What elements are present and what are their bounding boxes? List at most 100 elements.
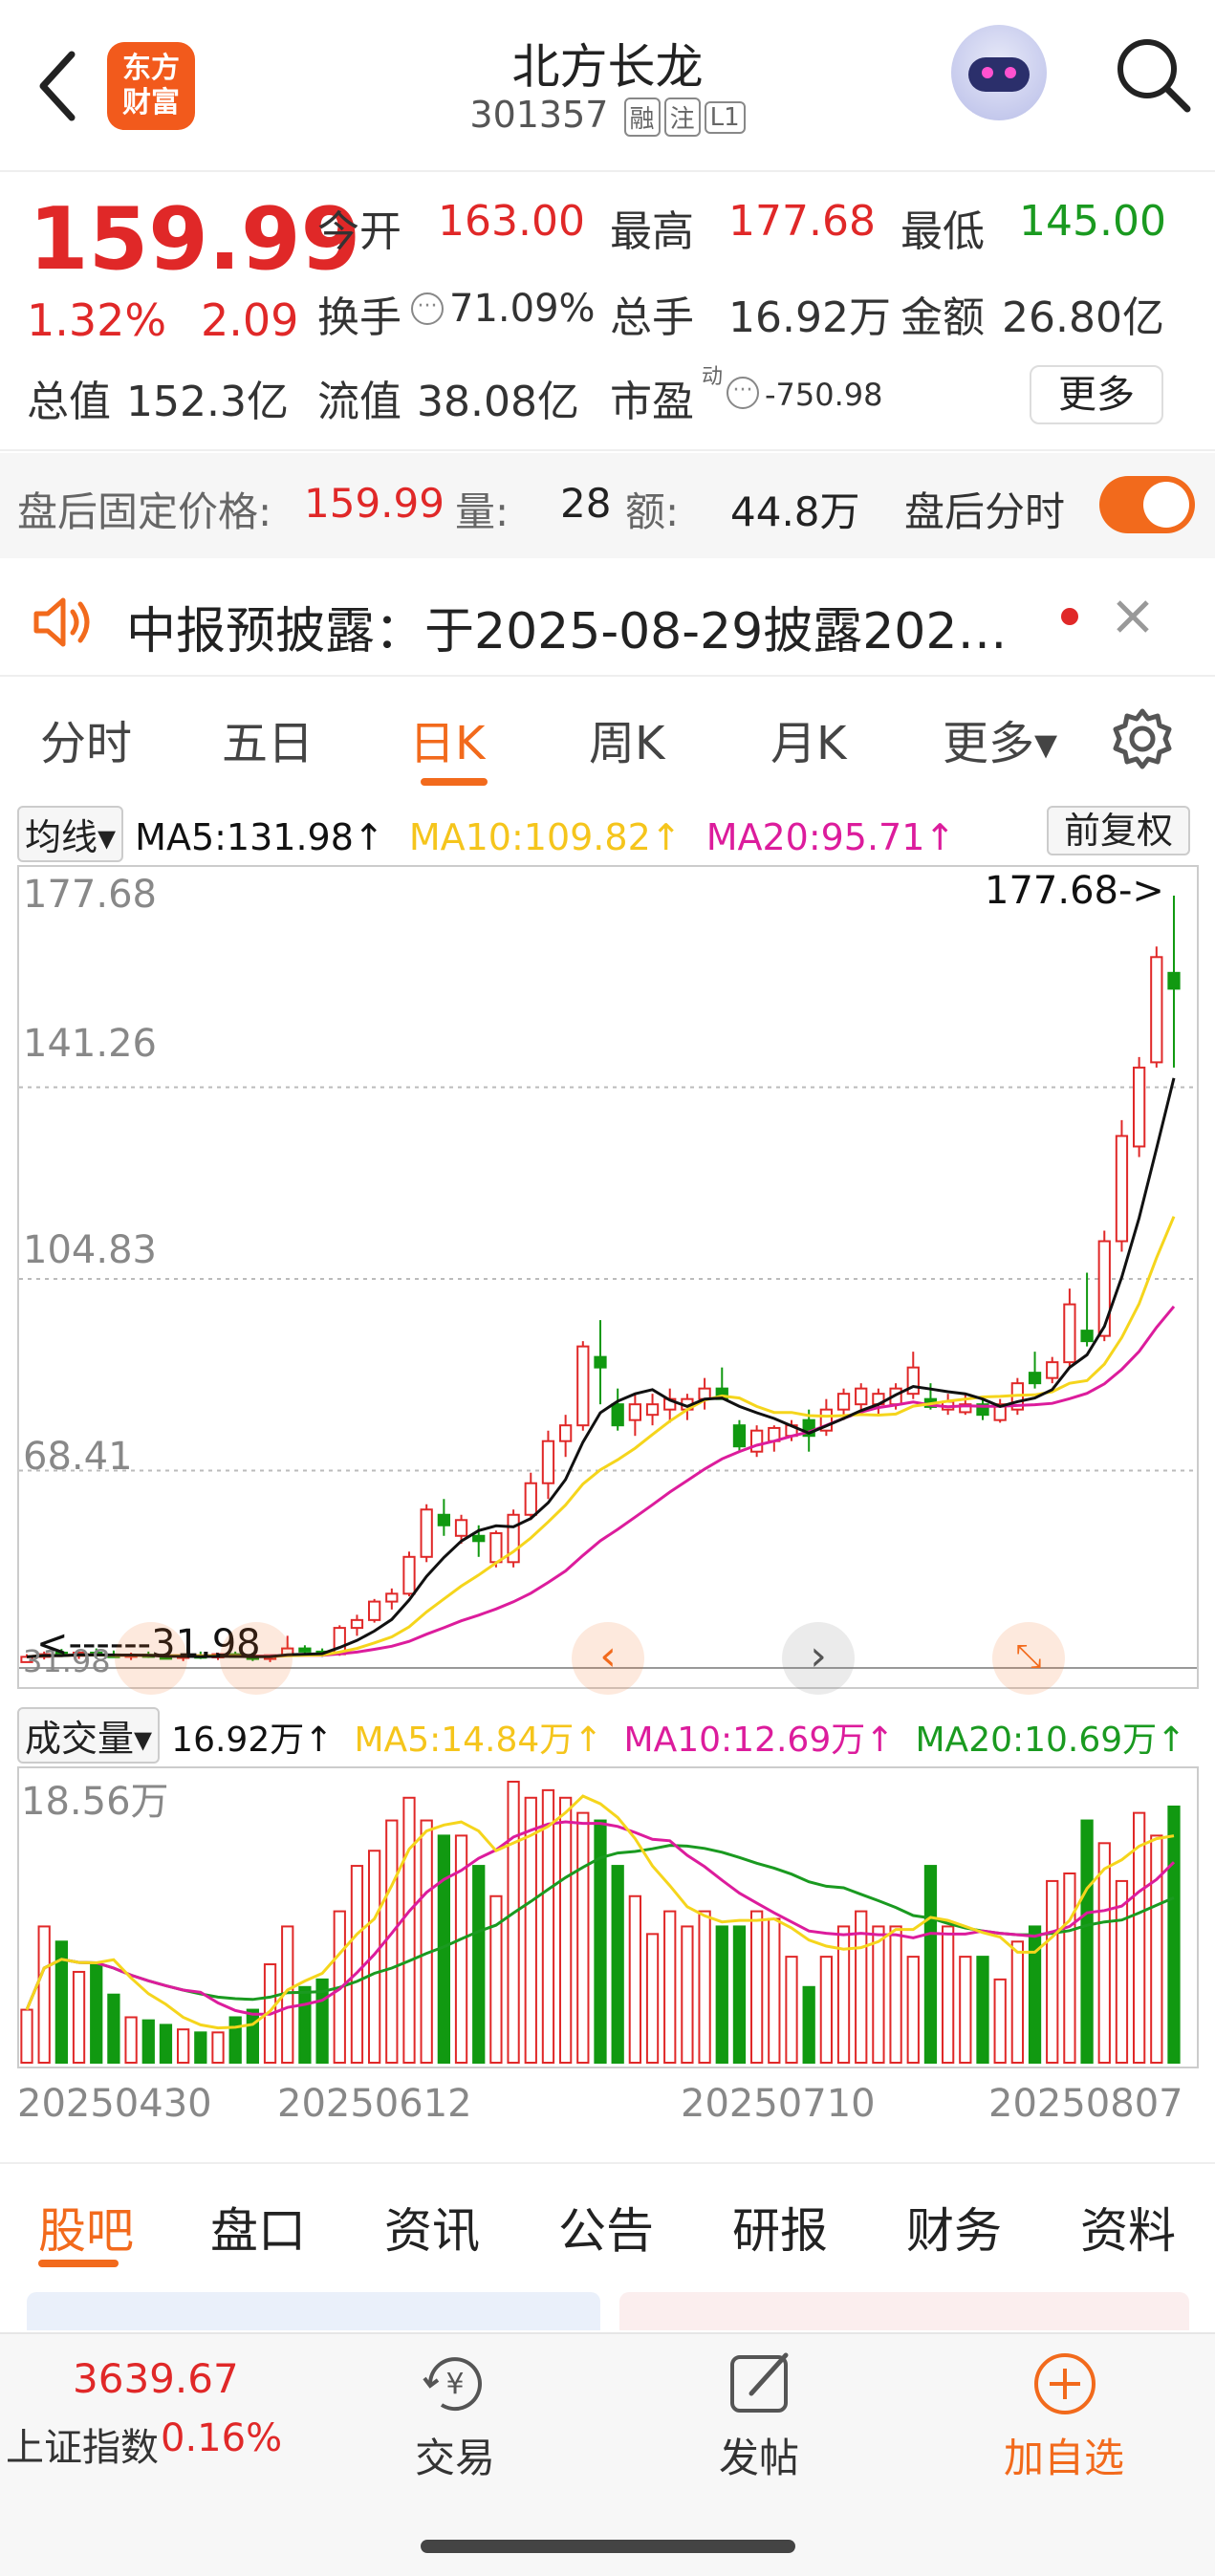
volume-svg [20, 1781, 1181, 2065]
volume-bar [750, 1910, 764, 2064]
index-name[interactable]: 上证指数 [6, 2416, 159, 2472]
tab-handicap[interactable]: 盘口 [210, 2193, 306, 2262]
volume-chart[interactable]: 18.56万 [17, 1766, 1199, 2068]
volume-bar [472, 1865, 486, 2064]
volume-bar [298, 1985, 312, 2064]
add-watchlist-plus-icon[interactable] [1027, 2346, 1103, 2422]
after-hours-amt: 44.8万 [730, 488, 860, 535]
candle-body [489, 1532, 503, 1564]
open-label: 今开 [317, 207, 401, 256]
date-label-3: 20250710 [681, 2082, 876, 2126]
index-value[interactable]: 3639.67 [73, 2355, 239, 2402]
pe-info-icon[interactable]: ··· [727, 377, 759, 409]
tab-five-day[interactable]: 五日 [222, 705, 314, 772]
volume-bar [836, 1925, 851, 2064]
tab-daily-k[interactable]: 日K [409, 705, 485, 772]
collapse-chart-icon[interactable]: ⤡ [992, 1622, 1065, 1695]
margin-tag: 融 [623, 97, 661, 137]
level-tag: L1 [704, 100, 746, 134]
tab-monthly-k[interactable]: 月K [770, 705, 846, 772]
zoom-out-icon[interactable] [220, 1622, 293, 1695]
tab-profile[interactable]: 资料 [1080, 2193, 1176, 2262]
after-hours-toggle[interactable] [1099, 476, 1195, 533]
pe-label: 市盈 [610, 378, 694, 426]
volume-bar [785, 1956, 798, 2064]
tab-weekly-k[interactable]: 周K [589, 705, 664, 772]
low-value: 145.00 [1019, 197, 1166, 246]
info-icon[interactable]: ··· [411, 292, 444, 325]
trade-label[interactable]: 交易 [415, 2426, 495, 2484]
candlestick-chart[interactable]: 177.68 141.26 104.83 68.41 31.98 177.68-… [17, 865, 1199, 1695]
volume-value: 16.92万 [728, 293, 891, 342]
change-amount: 2.09 [201, 294, 299, 346]
low-label: 最低 [900, 207, 985, 256]
date-label-1: 20250430 [17, 2082, 212, 2126]
turnover-label: 换手 [317, 293, 401, 342]
pe-dynamic-sup: 动 [702, 365, 724, 389]
candle-body [472, 1534, 486, 1543]
ma10-readout: MA10:109.82↑ [408, 816, 682, 858]
notice-text[interactable]: 中报预披露：于2025-08-29披露202… [126, 591, 1007, 662]
volume-bar [20, 2008, 33, 2065]
volume-indicator-row: 成交量▾ 16.92万↑ MA5:14.84万↑ MA10:12.69万↑ MA… [17, 1707, 1185, 1764]
index-change[interactable]: 0.16% [161, 2416, 282, 2460]
adjust-mode-button[interactable]: 前复权 [1047, 806, 1190, 855]
candle-body [594, 1355, 607, 1369]
volume-bar [107, 1993, 120, 2064]
stock-code: 301357 [469, 94, 609, 136]
trade-yen-icon[interactable]: ¥ [417, 2346, 493, 2422]
forum-card-peek[interactable] [27, 2292, 600, 2330]
tab-research[interactable]: 研报 [732, 2193, 828, 2262]
volume-bar [576, 1811, 590, 2064]
tab-finance[interactable]: 财务 [906, 2193, 1002, 2262]
after-hours-vol-label: 量: [455, 488, 510, 535]
candle-body [559, 1424, 573, 1442]
volume-bar [246, 2008, 260, 2065]
after-hours-toggle-label: 盘后分时 [904, 488, 1066, 535]
volume-bar [872, 1925, 885, 2064]
volume-bar [402, 1796, 416, 2064]
volume-bar [228, 2016, 242, 2065]
ai-assistant-robot-icon[interactable] [951, 25, 1047, 120]
volume-selector[interactable]: 成交量▾ [17, 1707, 161, 1764]
volume-bar [1046, 1879, 1059, 2065]
volume-bar [1028, 1925, 1042, 2064]
tab-more[interactable]: 更多▾ [943, 705, 1057, 772]
hot-card-peek[interactable] [619, 2292, 1189, 2330]
float-cap-value: 38.08亿 [417, 378, 579, 426]
volume-bar [906, 1956, 920, 2064]
post-edit-icon[interactable] [723, 2346, 799, 2422]
ma20-readout: MA20:95.71↑ [705, 816, 956, 858]
volume-bar [194, 2031, 207, 2065]
search-icon[interactable] [1109, 31, 1195, 117]
scroll-left-icon[interactable]: ‹ [572, 1622, 644, 1695]
candle-body [437, 1513, 450, 1526]
tab-guba[interactable]: 股吧 [38, 2193, 134, 2262]
active-content-tab-underline [38, 2260, 119, 2267]
volume-bar [1063, 1872, 1076, 2065]
scroll-right-icon[interactable]: › [782, 1622, 855, 1695]
unread-dot [1061, 608, 1078, 625]
after-hours-price: 159.99 [304, 480, 445, 527]
more-quote-button[interactable]: 更多 [1030, 365, 1163, 424]
candle-body [541, 1440, 555, 1484]
candle-body [350, 1618, 364, 1630]
add-watchlist-label[interactable]: 加自选 [1004, 2426, 1124, 2484]
tab-news[interactable]: 资讯 [384, 2193, 480, 2262]
tab-intraday[interactable]: 分时 [40, 705, 132, 772]
candle-body [420, 1508, 433, 1558]
ma-selector[interactable]: 均线▾ [17, 806, 124, 862]
candle-body [368, 1600, 381, 1621]
candle-body [1080, 1330, 1094, 1343]
scroll-left-far-icon[interactable] [115, 1622, 187, 1695]
price-axis-label-4: 68.41 [23, 1435, 133, 1479]
tab-announcements[interactable]: 公告 [558, 2193, 654, 2262]
candle-body [524, 1482, 537, 1516]
date-label-4: 20250807 [988, 2082, 1183, 2126]
candle-body [454, 1519, 468, 1537]
close-icon[interactable] [1109, 593, 1157, 640]
volume-bar [715, 1925, 728, 2064]
settings-gear-icon[interactable] [1109, 705, 1176, 772]
post-label[interactable]: 发帖 [719, 2426, 799, 2484]
top-header: 东方 财富 北方长龙 301357 融注 L1 [0, 0, 1215, 172]
